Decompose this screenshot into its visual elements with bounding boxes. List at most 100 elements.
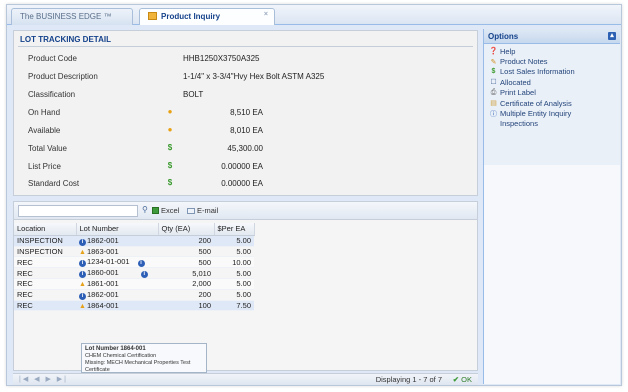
ok-icon: ✔: [452, 375, 460, 384]
app-window: The BUSINESS EDGE ™ Product Inquiry × LO…: [6, 4, 622, 386]
table-row[interactable]: INSPECTION i 1862-001 200 5.00: [14, 235, 254, 247]
option-label: Multiple Entity Inquiry: [500, 109, 572, 119]
dollar-icon[interactable]: $: [166, 162, 174, 170]
table-row[interactable]: REC i 1234-01-001 i 500 10.00: [14, 256, 254, 269]
coins-icon[interactable]: ●: [166, 108, 174, 116]
excel-button[interactable]: Excel: [152, 206, 179, 215]
field-label: Available: [28, 126, 61, 135]
certificate-icon: ▤: [490, 100, 497, 108]
coins-icon[interactable]: ●: [166, 126, 174, 134]
excel-icon: [152, 207, 159, 214]
tab-business-edge[interactable]: The BUSINESS EDGE ™: [11, 8, 133, 25]
warning-icon[interactable]: ▲: [79, 281, 86, 288]
lot-number: 1863-001: [86, 246, 119, 256]
paging-status: Displaying 1 - 7 of 7: [375, 375, 442, 384]
info-icon[interactable]: i: [79, 292, 86, 300]
qty-cell: 200: [158, 289, 214, 301]
search-icon[interactable]: ⚲: [142, 205, 148, 214]
option-multiple-entity-inquiry[interactable]: ⓘ Multiple Entity Inquiry: [484, 108, 620, 118]
table-row[interactable]: REC ▲1861-001 2,000 5.00: [14, 278, 254, 290]
lot-cell: i 1862-001: [76, 235, 158, 247]
standard-cost-value: 0.00000 EA: [221, 179, 263, 188]
total-value-value: 45,300.00: [227, 144, 263, 153]
tab-label: Product Inquiry: [161, 12, 221, 21]
qty-cell: 2,000: [158, 278, 214, 290]
info-icon[interactable]: i: [140, 271, 148, 279]
lot-tooltip: Lot Number 1864-001 CHEM Chemical Certif…: [81, 343, 207, 373]
column-header-qty[interactable]: Qty (EA): [158, 223, 215, 236]
dollar-icon[interactable]: $: [166, 179, 174, 187]
option-certificate-of-analysis[interactable]: ▤ Certificate of Analysis: [484, 98, 620, 108]
table-row[interactable]: REC i 1862-001 200 5.00: [14, 289, 254, 301]
option-label: Lost Sales Information: [500, 67, 575, 77]
dollar-icon[interactable]: $: [166, 144, 174, 152]
option-product-notes[interactable]: ✎ Product Notes: [484, 56, 620, 66]
folder-icon: [148, 12, 157, 20]
per-cell: 5.00: [214, 267, 254, 280]
location-cell: REC: [14, 267, 76, 280]
standard-cost-row: Standard Cost $ 0.00000 EA: [28, 179, 468, 191]
info-icon[interactable]: i: [79, 238, 86, 246]
field-label: List Price: [28, 162, 61, 171]
location-cell: REC: [14, 289, 76, 301]
lot-number: 1864-001: [86, 300, 119, 310]
table-row[interactable]: REC ▲1864-001 100 7.50: [14, 300, 254, 312]
help-icon: ❓: [489, 48, 498, 56]
product-code-value: HHB1250X3750A325: [183, 54, 260, 63]
lot-number: 1234-01-001: [87, 257, 130, 267]
paging-toolbar: |◀ ◀ ▶ ▶| Displaying 1 - 7 of 7 ✔ OK: [13, 373, 478, 385]
tab-bar: The BUSINESS EDGE ™ Product Inquiry ×: [7, 5, 621, 25]
option-help[interactable]: ❓ Help: [484, 46, 620, 56]
search-input[interactable]: [18, 205, 138, 217]
qty-cell: 500: [158, 246, 214, 258]
option-lost-sales[interactable]: $ Lost Sales Information: [484, 67, 620, 77]
info-icon[interactable]: i: [79, 271, 86, 279]
panel-title: LOT TRACKING DETAIL: [20, 35, 111, 44]
lot-number: 1862-001: [87, 289, 119, 299]
product-description-value: 1-1/4" x 3-3/4"Hvy Hex Bolt ASTM A325: [183, 72, 325, 81]
ok-label: OK: [461, 375, 472, 384]
table-row[interactable]: INSPECTION ▲1863-001 500 5.00: [14, 246, 254, 258]
column-header-location[interactable]: Location: [14, 223, 77, 236]
option-print-label[interactable]: ⎙ Print Label: [484, 88, 620, 98]
email-icon: [187, 208, 195, 214]
table-row[interactable]: REC i 1860-001 i 5,010 5.00: [14, 267, 254, 280]
field-label: Standard Cost: [28, 179, 80, 188]
column-header-per-ea[interactable]: $Per EA: [214, 223, 255, 236]
list-price-row: List Price $ 0.00000 EA: [28, 162, 468, 174]
tab-product-inquiry[interactable]: Product Inquiry ×: [139, 8, 275, 25]
info-icon: ⓘ: [490, 110, 497, 118]
info-icon[interactable]: i: [79, 260, 86, 268]
classification-value: BOLT: [183, 90, 204, 99]
on-hand-row: On Hand ● 8,510 EA: [28, 108, 468, 120]
per-cell: 10.00: [214, 256, 254, 269]
location-cell: REC: [14, 300, 76, 312]
lot-cell: ▲1863-001: [76, 246, 158, 258]
email-button[interactable]: E-mail: [187, 206, 218, 215]
option-label: Help: [500, 46, 516, 56]
per-cell: 7.50: [214, 300, 254, 312]
info-icon[interactable]: i: [137, 260, 145, 268]
grid-toolbar: ⚲ Excel E-mail: [14, 202, 477, 220]
ok-button[interactable]: ✔ OK: [453, 375, 472, 384]
option-label: Product Notes: [500, 57, 548, 67]
qty-cell: 500: [158, 256, 214, 269]
pager-navigation[interactable]: |◀ ◀ ▶ ▶|: [19, 375, 68, 383]
lot-cell: i 1862-001: [76, 289, 158, 301]
tooltip-line: Missing: MECH Mechanical Properties Test…: [85, 360, 191, 373]
tooltip-line: CHEM Chemical Certification: [85, 353, 157, 359]
available-row: Available ● 8,010 EA: [28, 126, 468, 138]
field-label: On Hand: [28, 108, 61, 117]
options-empty-area: [484, 165, 620, 384]
qty-cell: 5,010: [158, 267, 214, 280]
warning-icon[interactable]: ▲: [79, 249, 86, 256]
warning-icon[interactable]: ▲: [79, 303, 86, 310]
collapse-icon[interactable]: ▴: [608, 32, 616, 40]
close-tab-icon[interactable]: ×: [264, 11, 268, 18]
lot-cell: ▲1864-001: [76, 300, 158, 312]
option-allocated[interactable]: ☐ Allocated: [484, 77, 620, 87]
available-value: 8,010 EA: [230, 126, 263, 135]
option-inspections[interactable]: Inspections: [484, 119, 620, 129]
column-header-lot-number[interactable]: Lot Number: [76, 223, 159, 236]
classification-row: Classification BOLT: [28, 90, 468, 102]
